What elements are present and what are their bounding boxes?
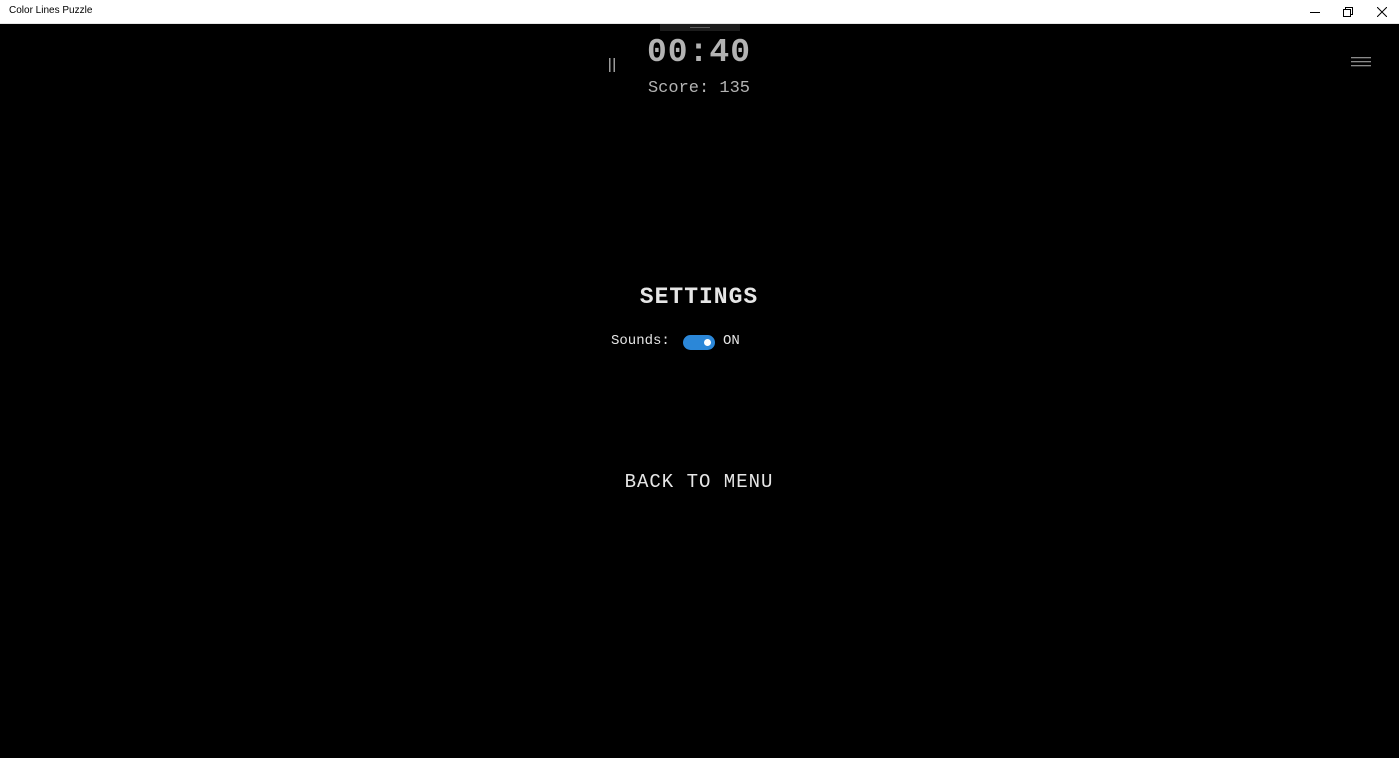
- settings-title: SETTINGS: [639, 284, 759, 310]
- hamburger-menu-icon[interactable]: [1351, 57, 1371, 67]
- sounds-toggle[interactable]: [683, 335, 715, 350]
- close-button[interactable]: [1365, 0, 1399, 23]
- score-label: Score:: [647, 79, 710, 98]
- score-value: 135: [719, 79, 751, 98]
- toggle-knob: [704, 339, 711, 346]
- close-icon: [1377, 6, 1387, 17]
- sounds-label: Sounds:: [611, 333, 670, 349]
- minimize-icon: [1310, 11, 1320, 13]
- handle-grip-line: [690, 27, 710, 28]
- back-to-menu-button[interactable]: BACK TO MENU: [549, 471, 849, 493]
- app-window: Color Lines Puzzle 00:40 Score: 135 SETT…: [0, 0, 1399, 758]
- title-bar: Color Lines Puzzle: [0, 0, 1399, 24]
- sounds-state-label: ON: [723, 333, 740, 349]
- game-timer: 00:40: [646, 34, 752, 71]
- window-title: Color Lines Puzzle: [9, 5, 93, 16]
- top-drag-handle[interactable]: [660, 24, 740, 31]
- restore-icon: [1343, 6, 1353, 17]
- score-display: Score: 135: [549, 79, 849, 98]
- restore-button[interactable]: [1331, 0, 1365, 23]
- minimize-button[interactable]: [1298, 0, 1332, 23]
- game-screen: 00:40 Score: 135 SETTINGS Sounds: ON BAC…: [1, 24, 1398, 758]
